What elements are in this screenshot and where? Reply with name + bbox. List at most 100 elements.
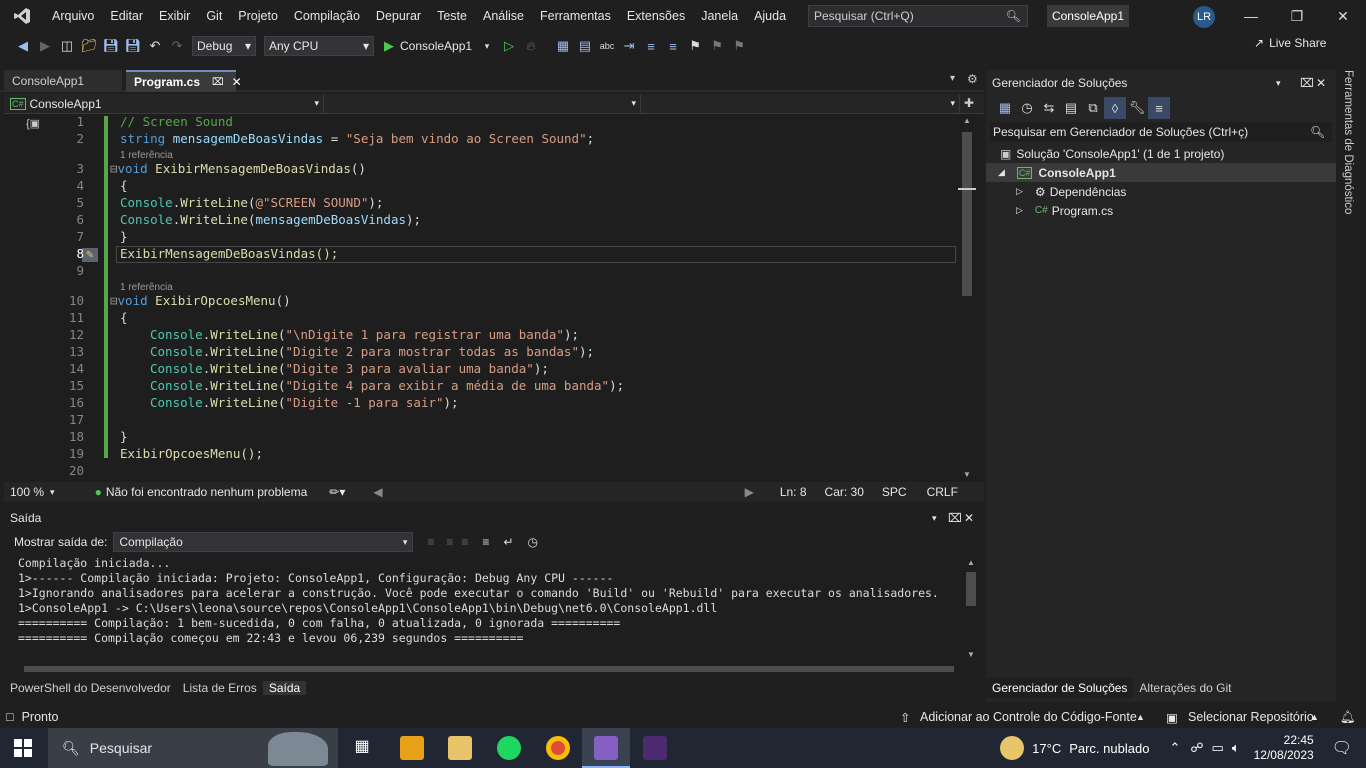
wrench-icon[interactable]: 🔧︎	[1126, 97, 1148, 119]
scroll-thumb[interactable]	[962, 132, 972, 296]
clear-all-icon[interactable]: ≡	[482, 535, 489, 549]
whitespace-indicator[interactable]: SPC	[882, 485, 907, 499]
output-scrollbar[interactable]: ▲ ▼	[962, 556, 980, 664]
layout-icon[interactable]: ▤	[574, 35, 596, 57]
run-icon[interactable]: ▶	[378, 35, 400, 57]
tree-item-dependencies[interactable]: ▷ ⚙ Dependências	[1016, 182, 1126, 201]
solution-icon[interactable]: ▦	[552, 35, 574, 57]
bookmark-icon[interactable]: ⚑	[684, 35, 706, 57]
scroll-down-icon[interactable]: ▼	[963, 470, 971, 479]
filter-icon[interactable]: ◊	[1104, 97, 1126, 119]
scroll-right-icon[interactable]: ▶	[745, 485, 754, 499]
solution-search-input[interactable]: Pesquisar em Gerenciador de Soluções (Ct…	[990, 122, 1332, 142]
save-all-icon[interactable]: 💾︎	[122, 35, 144, 57]
copy-icon[interactable]: ⧉	[1082, 97, 1104, 119]
weather-icon[interactable]	[1000, 736, 1025, 760]
preview-icon[interactable]: ≡	[1148, 97, 1170, 119]
sync-icon[interactable]: ⇆	[1038, 97, 1060, 119]
chevron-down-icon[interactable]: ▾	[932, 513, 937, 524]
menu-teste[interactable]: Teste	[429, 0, 475, 32]
word-wrap-icon[interactable]: ↵	[503, 535, 513, 549]
battery-icon[interactable]: ▭	[1212, 740, 1224, 756]
spotify-icon[interactable]	[497, 736, 521, 760]
scroll-down-icon[interactable]: ▼	[967, 650, 975, 659]
tree-item-solution[interactable]: ▣ Solução 'ConsoleApp1' (1 de 1 projeto)	[1000, 144, 1224, 163]
close-icon[interactable]: ✕	[964, 511, 974, 525]
global-search-input[interactable]: Pesquisar (Ctrl+Q) 🔍︎	[808, 5, 1028, 27]
tree-item-project[interactable]: ◢ C# ConsoleApp1	[986, 163, 1336, 182]
line-ending-indicator[interactable]: CRLF	[927, 485, 958, 499]
weather-desc[interactable]: Parc. nublado	[1069, 741, 1149, 756]
line-indicator[interactable]: Ln: 8	[780, 485, 807, 499]
comment-icon[interactable]: ≡	[640, 35, 662, 57]
tab-program-cs[interactable]: Program.cs ⌧ ✕	[126, 70, 242, 92]
menu-depurar[interactable]: Depurar	[368, 0, 429, 32]
menu-editar[interactable]: Editar	[102, 0, 151, 32]
uncomment-icon[interactable]: ≡	[662, 35, 684, 57]
vs-sync-icon[interactable]: ▦	[994, 97, 1016, 119]
tab-solution-explorer[interactable]: Gerenciador de Soluções	[986, 678, 1134, 698]
output-text[interactable]: Compilação iniciada... 1>------ Compilaç…	[8, 556, 960, 664]
task-view-icon[interactable]: ▦	[350, 736, 374, 760]
close-window-button[interactable]: ✕	[1320, 0, 1366, 32]
project-dropdown[interactable]: C# ConsoleApp1 ▾	[4, 94, 324, 113]
member-dropdown[interactable]: ▾	[642, 94, 960, 113]
tab-output[interactable]: Saída	[262, 681, 307, 695]
visual-studio-logo-icon[interactable]	[0, 0, 44, 32]
go-to-line-icon[interactable]: ≡	[427, 535, 434, 549]
run-without-debug-icon[interactable]: ▷	[498, 35, 520, 57]
bell-icon[interactable]: 🔔︎	[1340, 710, 1356, 725]
avatar[interactable]: LR	[1193, 6, 1215, 28]
zoom-level[interactable]: 100 %	[10, 485, 44, 499]
menu-analise[interactable]: Análise	[475, 0, 532, 32]
save-icon[interactable]: 💾︎	[100, 35, 122, 57]
chevron-down-icon[interactable]: ▾	[50, 487, 55, 498]
platform-select[interactable]: Any CPU ▾	[264, 36, 374, 56]
volume-icon[interactable]: 🔈︎	[1232, 740, 1240, 756]
menu-janela[interactable]: Janela	[693, 0, 746, 32]
code-editor[interactable]: {▣ ✎ 1 2 3 4 5 6 7 8 9 10 11 12 13 14 15…	[4, 114, 978, 482]
minimize-button[interactable]: —	[1228, 0, 1274, 32]
spell-icon[interactable]: abc	[596, 35, 618, 57]
run-target-button[interactable]: ConsoleApp1	[400, 39, 472, 53]
terminal-icon[interactable]	[643, 736, 667, 760]
history-icon[interactable]: ◷	[1016, 97, 1038, 119]
scroll-up-icon[interactable]: ▲	[963, 116, 971, 125]
editor-scrollbar[interactable]: ▲ ▼	[958, 114, 976, 482]
tab-git-changes[interactable]: Alterações do Git	[1133, 681, 1237, 695]
file-explorer-icon[interactable]	[448, 736, 472, 760]
clock-icon[interactable]: ◷	[528, 535, 538, 549]
open-folder-icon[interactable]: 📁︎	[78, 35, 100, 57]
new-project-icon[interactable]: ◫	[56, 35, 78, 57]
notifications-icon[interactable]: 🗨︎	[1332, 738, 1352, 758]
weather-temp[interactable]: 17°C	[1032, 741, 1061, 756]
problems-status[interactable]: Não foi encontrado nenhum problema	[106, 485, 307, 499]
menu-compilacao[interactable]: Compilação	[286, 0, 368, 32]
menu-extensoes[interactable]: Extensões	[619, 0, 693, 32]
diagnostic-tools-tab[interactable]: Ferramentas de Diagnóstico	[1342, 70, 1354, 214]
menu-ajuda[interactable]: Ajuda	[746, 0, 794, 32]
menu-arquivo[interactable]: Arquivo	[44, 0, 102, 32]
hot-reload-icon[interactable]: 🔥︎	[520, 35, 542, 57]
tab-consoleapp1[interactable]: ConsoleApp1	[4, 70, 122, 92]
column-indicator[interactable]: Car: 30	[825, 485, 864, 499]
restore-button[interactable]: ❐	[1274, 0, 1320, 32]
prev-message-icon[interactable]: ≡	[446, 535, 453, 549]
bookmark-prev-icon[interactable]: ⚑	[706, 35, 728, 57]
scroll-thumb[interactable]	[24, 666, 954, 672]
menu-ferramentas[interactable]: Ferramentas	[532, 0, 619, 32]
gear-icon[interactable]: ⚙	[967, 72, 978, 86]
step-icon[interactable]: ⇥	[618, 35, 640, 57]
pin-icon[interactable]: ⌧	[1300, 76, 1314, 90]
chevron-down-icon[interactable]: ▾	[476, 35, 498, 57]
undo-icon[interactable]: ↶	[144, 35, 166, 57]
visual-studio-taskbar-button[interactable]	[582, 728, 630, 768]
close-icon[interactable]: ✕	[232, 75, 242, 89]
split-icon[interactable]: ✚	[964, 96, 974, 110]
chevron-down-icon[interactable]: ▾	[1276, 78, 1281, 89]
select-repo-button[interactable]: Selecionar Repositório	[1188, 710, 1314, 724]
tree-item-program-cs[interactable]: ▷ C# Program.cs	[1016, 201, 1113, 220]
forward-icon[interactable]: ▶	[34, 35, 56, 57]
scroll-up-icon[interactable]: ▲	[967, 558, 975, 567]
scroll-left-icon[interactable]: ◀	[373, 485, 382, 499]
